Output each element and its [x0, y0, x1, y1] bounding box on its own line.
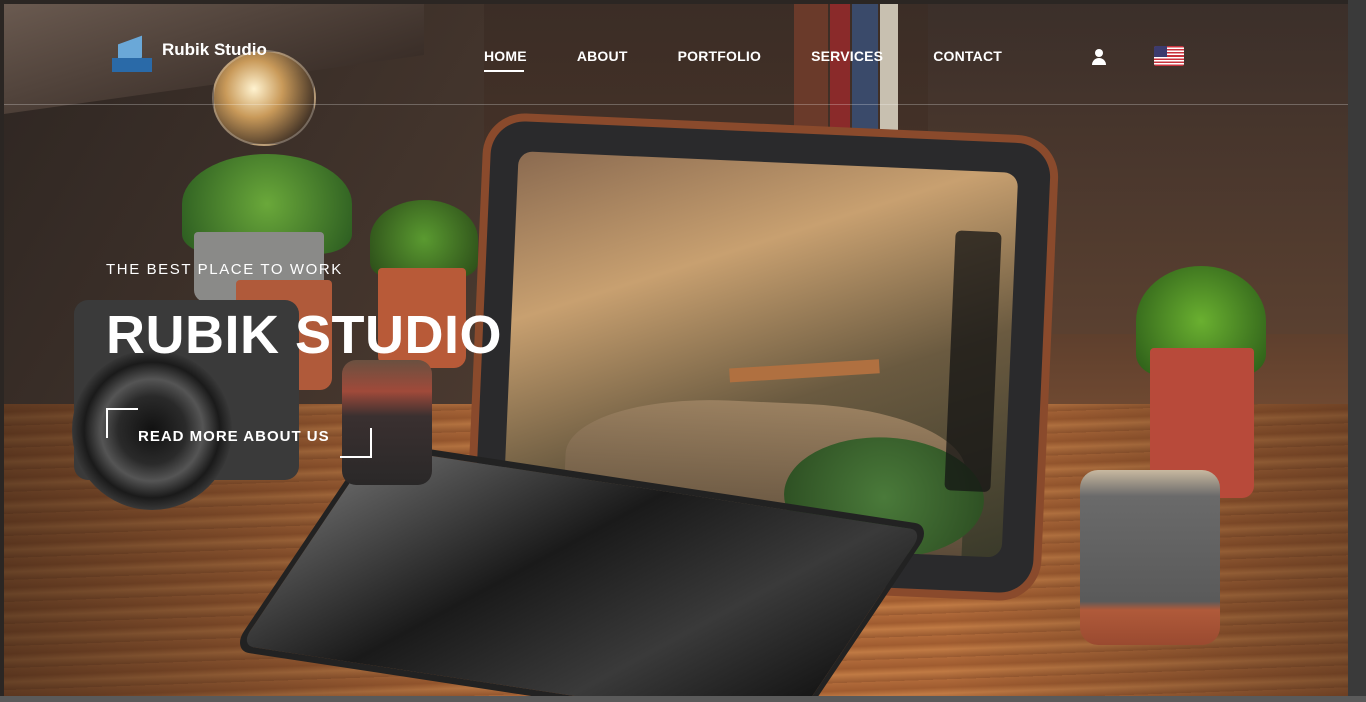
button-corner-decoration: [340, 428, 372, 458]
button-corner-decoration: [106, 408, 138, 438]
us-flag-icon[interactable]: [1154, 46, 1184, 66]
site-logo[interactable]: Rubik Studio: [112, 35, 267, 78]
nav-contact[interactable]: CONTACT: [933, 48, 1002, 64]
read-more-button[interactable]: READ MORE ABOUT US: [106, 408, 372, 458]
window-edge: [1348, 0, 1366, 702]
nav-home[interactable]: HOME: [484, 48, 527, 72]
rubik-cube-logo-icon: [112, 35, 152, 78]
background-plant: [370, 200, 478, 278]
hero-title: RUBIK STUDIO: [106, 305, 502, 365]
nav-portfolio[interactable]: PORTFOLIO: [678, 48, 761, 64]
hero-section: Rubik Studio HOME ABOUT PORTFOLIO SERVIC…: [4, 4, 1348, 696]
read-more-label: READ MORE ABOUT US: [138, 428, 330, 445]
user-icon[interactable]: [1091, 49, 1107, 67]
site-header: Rubik Studio HOME ABOUT PORTFOLIO SERVIC…: [4, 4, 1348, 105]
nav-about[interactable]: ABOUT: [577, 48, 628, 64]
nav-services[interactable]: SERVICES: [811, 48, 883, 64]
window-edge: [0, 696, 1366, 702]
main-nav: HOME ABOUT PORTFOLIO SERVICES CONTACT: [484, 48, 1052, 72]
hero-tagline: THE BEST PLACE TO WORK: [106, 261, 343, 278]
background-speaker: [1080, 470, 1220, 645]
logo-text: Rubik Studio: [162, 40, 267, 59]
